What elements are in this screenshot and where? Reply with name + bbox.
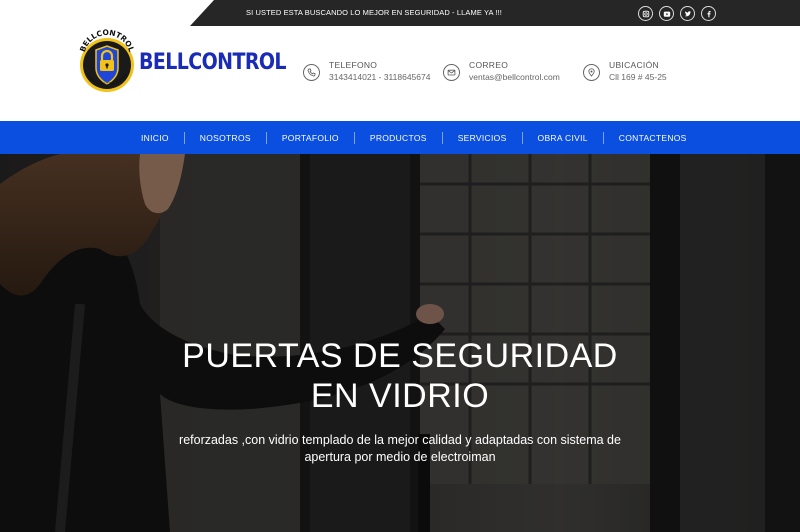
hero-title-line-1: PUERTAS DE SEGURIDAD [182, 337, 618, 375]
hero-banner: PUERTAS DE SEGURIDAD EN VIDRIO reforzada… [0, 154, 800, 532]
hero-title-line-2: EN VIDRIO [310, 377, 490, 415]
contact-location-label: UBICACIÓN [609, 60, 659, 70]
nav-item-servicios[interactable]: SERVICIOS [443, 133, 522, 143]
facebook-icon[interactable] [701, 6, 716, 21]
nav-item-portafolio[interactable]: PORTAFOLIO [267, 133, 354, 143]
contact-email-label: CORREO [469, 60, 509, 70]
lock-shield-icon: BELLCONTROL Seguridad y Tecnología [78, 28, 136, 92]
hero-subtitle: reforzadas ,con vidrio templado de la me… [179, 433, 621, 464]
mail-icon [443, 64, 460, 81]
contact-location-value: Cll 169 # 45-25 [609, 72, 667, 82]
nav-item-nosotros[interactable]: NOSOTROS [185, 133, 266, 143]
brand-name: BELLCONTROL [139, 49, 287, 75]
hero-title: PUERTAS DE SEGURIDAD EN VIDRIO [0, 336, 800, 416]
nav-item-contactenos[interactable]: CONTACTENOS [604, 133, 702, 143]
twitter-icon[interactable] [680, 6, 695, 21]
contact-location: UBICACIÓN Cll 169 # 45-25 [583, 60, 667, 83]
contact-phone-value[interactable]: 3143414021 - 3118645674 [329, 71, 430, 83]
phone-icon [303, 64, 320, 81]
youtube-icon[interactable] [659, 6, 674, 21]
social-links [638, 6, 716, 21]
nav-item-obra-civil[interactable]: OBRA CIVIL [523, 133, 603, 143]
nav-item-productos[interactable]: PRODUCTOS [355, 133, 442, 143]
main-nav: INICIO NOSOTROS PORTAFOLIO PRODUCTOS SER… [0, 121, 800, 154]
top-bar: SI USTED ESTA BUSCANDO LO MEJOR EN SEGUR… [0, 0, 800, 26]
promo-text: SI USTED ESTA BUSCANDO LO MEJOR EN SEGUR… [246, 8, 502, 17]
location-icon [583, 64, 600, 81]
nav-item-inicio[interactable]: INICIO [126, 133, 184, 143]
contact-email-value[interactable]: ventas@bellcontrol.com [469, 71, 560, 83]
site-header: BELLCONTROL Seguridad y Tecnología BELLC… [0, 26, 800, 121]
contact-phone-label: TELEFONO [329, 60, 378, 70]
instagram-icon[interactable] [638, 6, 653, 21]
top-bar-white-cut [0, 0, 214, 26]
contact-phone: TELEFONO 3143414021 - 3118645674 [303, 60, 430, 83]
contact-email: CORREO ventas@bellcontrol.com [443, 60, 560, 83]
